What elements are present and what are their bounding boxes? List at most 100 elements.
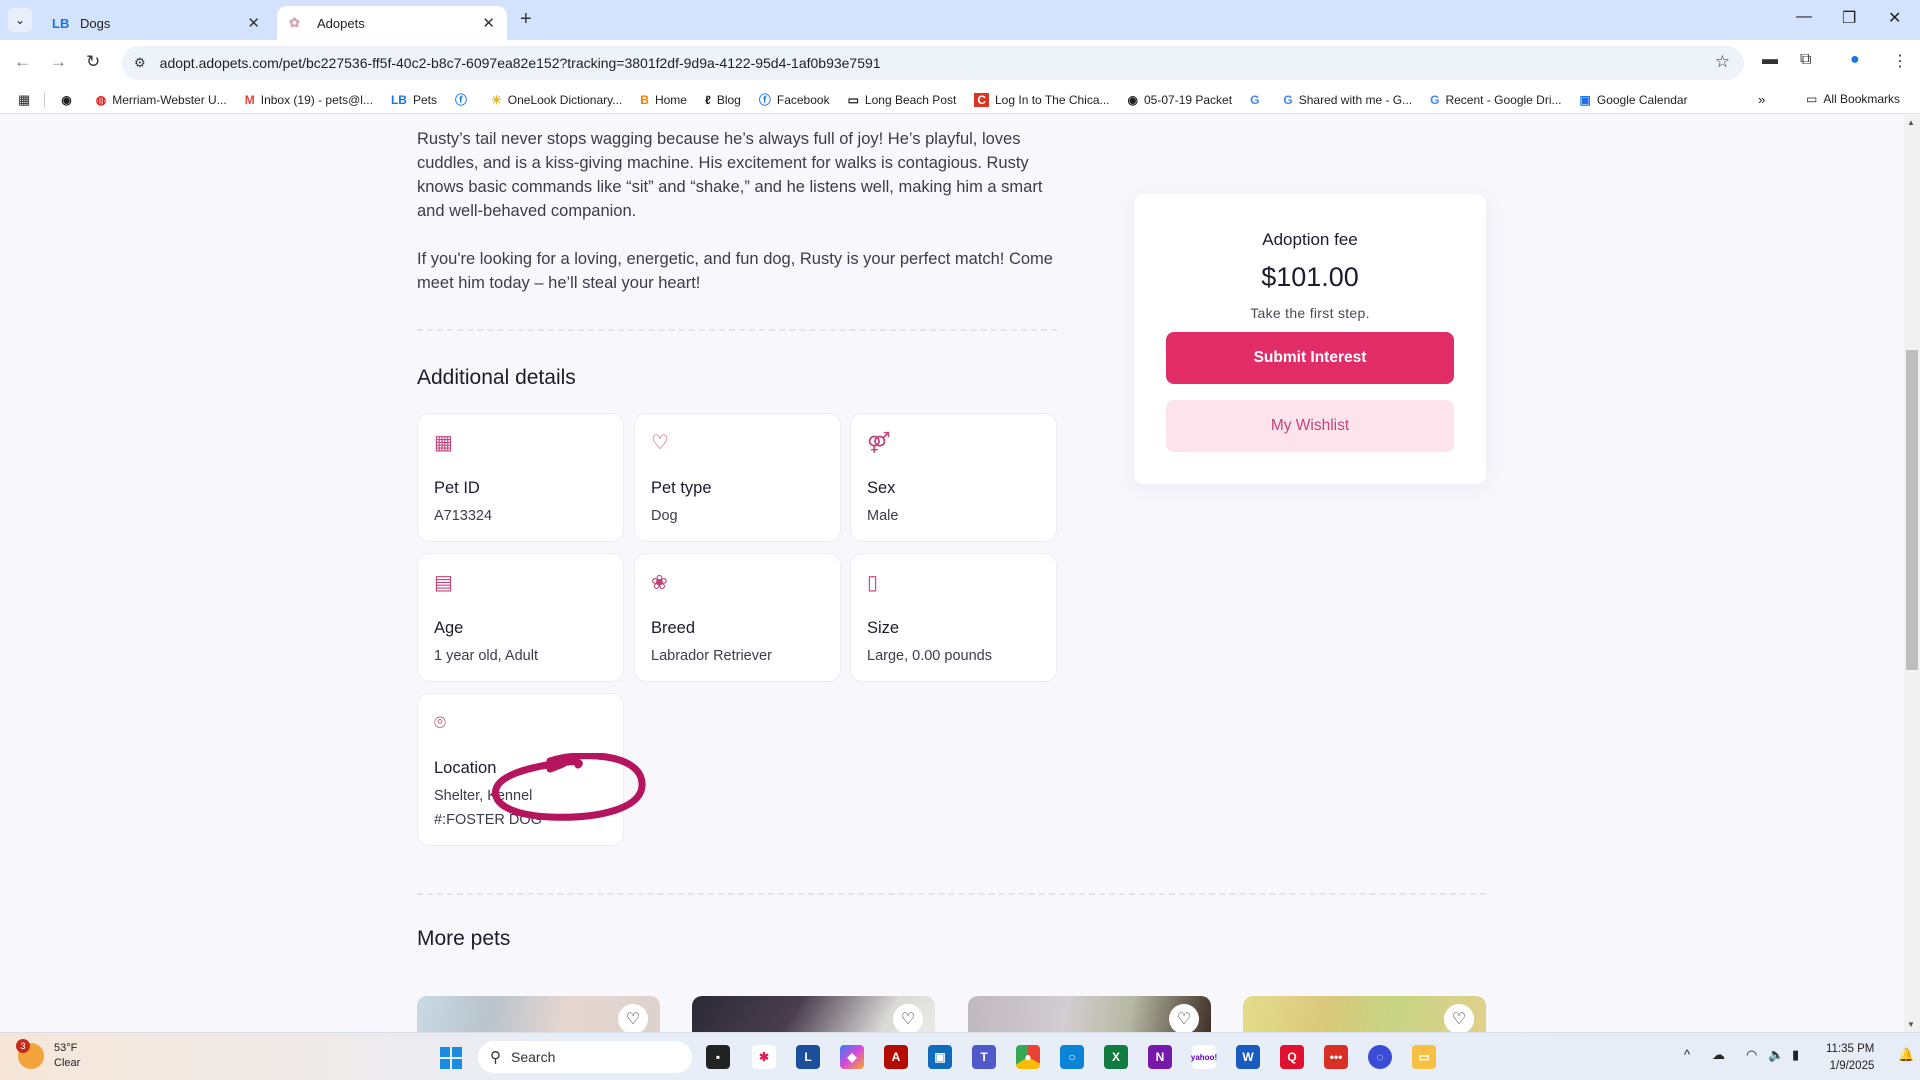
more-pets-heading: More pets [417, 927, 511, 950]
site-settings-icon[interactable]: ⚙ [134, 55, 146, 71]
notifications-bell-icon[interactable]: 🔔 [1898, 1047, 1914, 1063]
address-bar[interactable]: ⚙ adopt.adopets.com/pet/bc227536-ff5f-40… [122, 46, 1744, 80]
scroll-up-arrow-icon[interactable]: ▲ [1907, 118, 1915, 127]
acrobat-icon[interactable]: A [884, 1045, 908, 1069]
bookmark-label: Log In to The Chica... [995, 92, 1110, 107]
copilot-icon[interactable]: ◆ [840, 1045, 864, 1069]
bookmark-star-icon[interactable]: ☆ [1715, 52, 1730, 72]
submit-interest-button[interactable]: Submit Interest [1166, 332, 1454, 384]
globe-icon: ◉ [61, 92, 72, 107]
scroll-down-arrow-icon[interactable]: ▼ [1907, 1020, 1915, 1029]
bookmark-item[interactable]: M Inbox (19) - pets@l... [245, 93, 373, 107]
bookmark-item[interactable]: C Log In to The Chica... [974, 92, 1110, 107]
tab-search-button[interactable]: ⌄ [8, 8, 32, 32]
more-pet-card[interactable]: ♡ [417, 996, 660, 1032]
bookmark-item[interactable]: ⓕ [455, 91, 473, 108]
alexa-icon[interactable]: ○ [1060, 1045, 1084, 1069]
bookmark-item[interactable]: ◍ Merriam-Webster U... [96, 93, 227, 107]
new-tab-button[interactable]: + [520, 8, 532, 31]
favorite-heart-icon[interactable]: ♡ [1169, 1004, 1199, 1032]
bookmark-globe[interactable]: ◉ [61, 93, 77, 107]
restore-button[interactable]: ❐ [1842, 8, 1856, 28]
file-explorer-icon[interactable]: ▭ [1412, 1045, 1436, 1069]
tab-dogs[interactable]: LB Dogs ✕ [40, 6, 272, 40]
minimize-button[interactable]: — [1796, 8, 1812, 26]
page-scrollbar[interactable]: ▲ ▼ [1904, 115, 1920, 1032]
description-paragraph: If you're looking for a loving, energeti… [417, 250, 1053, 292]
show-hidden-icons-chevron[interactable]: ^ [1684, 1047, 1690, 1062]
reload-button[interactable]: ↻ [86, 52, 100, 72]
bookmark-item[interactable]: ▣ Google Calendar [1580, 93, 1688, 107]
tab-adopets[interactable]: ✿ Adopets ✕ [277, 6, 507, 40]
chicago-icon: C [974, 92, 989, 107]
quicken-icon[interactable]: Q [1280, 1045, 1304, 1069]
scrollbar-thumb[interactable] [1906, 350, 1918, 670]
google-icon: G [1430, 92, 1440, 107]
bookmark-item[interactable]: G [1250, 93, 1265, 107]
yahoo-icon[interactable]: yahoo! [1191, 1045, 1217, 1069]
word-icon[interactable]: W [1236, 1045, 1260, 1069]
more-pet-card[interactable]: ♡ [968, 996, 1211, 1032]
clock-time: 11:35 PM [1826, 1043, 1875, 1055]
volume-icon[interactable]: 🔈 [1768, 1047, 1784, 1063]
bookmark-label: Merriam-Webster U... [112, 92, 227, 107]
favorite-heart-icon[interactable]: ♡ [1444, 1004, 1474, 1032]
detail-value: Male [867, 508, 899, 524]
notification-badge: 3 [16, 1039, 30, 1053]
bookmark-item[interactable]: B Home [640, 93, 687, 107]
menu-kebab-icon[interactable]: ⋮ [1892, 51, 1908, 71]
more-pet-card[interactable]: ♡ [692, 996, 935, 1032]
task-view-icon[interactable]: ▪ [706, 1045, 730, 1069]
excel-icon[interactable]: X [1104, 1045, 1128, 1069]
forward-button[interactable]: → [50, 52, 67, 72]
bookmark-item[interactable]: ⓕ Facebook [759, 91, 830, 108]
profile-avatar-icon[interactable]: ● [1850, 51, 1860, 69]
bookmark-item[interactable]: G Shared with me - G... [1283, 93, 1412, 107]
close-tab-icon[interactable]: ✕ [482, 14, 495, 32]
bookmark-label: Home [654, 92, 687, 107]
detail-label: Pet type [651, 479, 712, 497]
bookmark-item[interactable]: LB Pets [391, 93, 437, 107]
back-button[interactable]: ← [14, 52, 31, 72]
url-text[interactable]: adopt.adopets.com/pet/bc227536-ff5f-40c2… [160, 55, 881, 71]
all-bookmarks-button[interactable]: ▭ All Bookmarks [1806, 92, 1900, 106]
bookmark-item[interactable]: ☀ OneLook Dictionary... [491, 93, 622, 107]
bookmark-item[interactable]: ℓ Blog [705, 93, 741, 107]
more-pet-card[interactable]: ♡ [1243, 996, 1486, 1032]
close-tab-icon[interactable]: ✕ [247, 14, 260, 32]
onedrive-cloud-icon[interactable]: ☁ [1712, 1047, 1725, 1063]
extensions-puzzle-icon[interactable]: ⧉ [1800, 51, 1811, 69]
favorite-heart-icon[interactable]: ♡ [618, 1004, 648, 1032]
wifi-icon[interactable]: ◠ [1746, 1047, 1757, 1063]
signal-icon[interactable]: ◌ [1368, 1045, 1392, 1069]
more-bookmarks-chevron[interactable]: » [1758, 92, 1765, 107]
teams-icon[interactable]: T [972, 1045, 996, 1069]
chrome-icon[interactable]: ● [1016, 1045, 1040, 1069]
close-window-button[interactable]: ✕ [1888, 8, 1901, 28]
apps-grid-icon[interactable]: ▦ [18, 92, 30, 108]
detail-label: Size [867, 619, 900, 637]
folder-icon: ▭ [847, 92, 859, 107]
browser-toolbar: ← → ↻ ⚙ adopt.adopets.com/pet/bc227536-f… [0, 40, 1920, 86]
bookmark-item[interactable]: G Recent - Google Dri... [1430, 93, 1561, 107]
gmail-icon: M [244, 92, 255, 107]
favorite-heart-icon[interactable]: ♡ [893, 1004, 923, 1032]
microsoft-store-icon[interactable]: ▣ [928, 1045, 952, 1069]
start-button-windows-icon[interactable] [440, 1047, 462, 1069]
bookmark-item[interactable]: ▭ Long Beach Post [848, 93, 957, 107]
onenote-icon[interactable]: N [1148, 1045, 1172, 1069]
extension-icon[interactable]: ▬ [1762, 51, 1778, 69]
all-bookmarks-label: All Bookmarks [1823, 92, 1901, 106]
calendar-icon: ▣ [1579, 92, 1591, 107]
weather-widget[interactable]: 3 53°F Clear [16, 1039, 80, 1071]
system-clock[interactable]: 11:35 PM 1/9/2025 [1826, 1041, 1874, 1075]
lb-app-icon[interactable]: L [796, 1045, 820, 1069]
bookmark-label: Blog [716, 92, 741, 107]
bookmark-label: Long Beach Post [864, 92, 957, 107]
taskbar-search-box[interactable]: ⚲ Search [478, 1041, 692, 1073]
bookmark-item[interactable]: ◉ 05-07-19 Packet [1128, 93, 1233, 107]
my-wishlist-button[interactable]: My Wishlist [1166, 400, 1454, 452]
slack-icon[interactable]: ✱ [752, 1045, 776, 1069]
app-red-icon[interactable]: ••• [1324, 1045, 1348, 1069]
battery-icon[interactable]: ▮ [1792, 1047, 1799, 1063]
